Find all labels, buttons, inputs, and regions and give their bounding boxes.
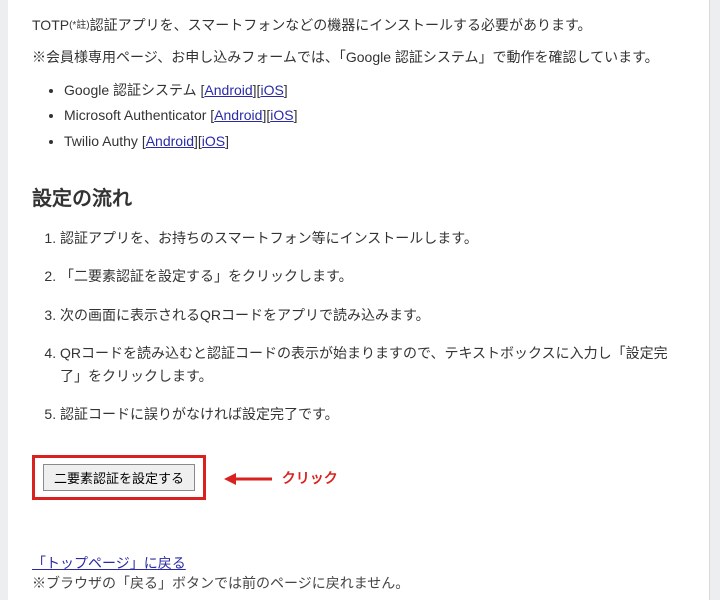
arrow-left-icon: [224, 472, 272, 486]
flow-step: 次の画面に表示されるQRコードをアプリで読み込みます。: [60, 304, 685, 326]
back-warning-note: ※ブラウザの「戻る」ボタンでは前のページに戻れません。: [32, 575, 409, 591]
list-item: Microsoft Authenticator [Android][iOS]: [64, 104, 685, 126]
app-ios-link[interactable]: iOS: [202, 133, 225, 149]
annotation-arrow: [224, 470, 272, 486]
list-item: Twilio Authy [Android][iOS]: [64, 130, 685, 152]
app-android-link[interactable]: Android: [214, 107, 262, 123]
flow-step: QRコードを読み込むと認証コードの表示が始まりますので、テキストボックスに入力し…: [60, 342, 685, 387]
intro-totp-prefix: TOTP: [32, 17, 69, 33]
footer-area: 「トップページ」に戻る ※ブラウザの「戻る」ボタンでは前のページに戻れません。: [32, 553, 685, 593]
app-android-link[interactable]: Android: [146, 133, 194, 149]
auth-app-list: Google 認証システム [Android][iOS] Microsoft A…: [64, 79, 685, 152]
app-ios-link[interactable]: iOS: [270, 107, 293, 123]
flow-step: 「二要素認証を設定する」をクリックします。: [60, 265, 685, 287]
flow-step: 認証アプリを、お持ちのスマートフォン等にインストールします。: [60, 227, 685, 249]
back-to-top-link[interactable]: 「トップページ」に戻る: [32, 555, 186, 571]
flow-heading: 設定の流れ: [32, 182, 685, 211]
flow-step: 認証コードに誤りがなければ設定完了です。: [60, 403, 685, 425]
app-name: Google 認証システム: [64, 82, 197, 98]
intro-footnote-marker: (*註): [69, 20, 90, 31]
flow-steps: 認証アプリを、お持ちのスマートフォン等にインストールします。 「二要素認証を設定…: [60, 227, 685, 425]
intro-line-1: TOTP(*註)認証アプリを、スマートフォンなどの機器にインストールする必要があ…: [32, 14, 685, 36]
intro-line-2: ※会員様専用ページ、お申し込みフォームでは、「Google 認証システム」で動作…: [32, 46, 685, 68]
app-ios-link[interactable]: iOS: [260, 82, 283, 98]
content-panel: TOTP(*註)認証アプリを、スマートフォンなどの機器にインストールする必要があ…: [8, 0, 710, 600]
button-area: 二要素認証を設定する クリック: [32, 455, 685, 497]
app-name: Microsoft Authenticator: [64, 107, 206, 123]
app-name: Twilio Authy: [64, 133, 138, 149]
app-android-link[interactable]: Android: [204, 82, 252, 98]
click-annotation-label: クリック: [282, 470, 338, 486]
highlight-frame: 二要素認証を設定する: [32, 455, 206, 500]
intro-line-1-rest: 認証アプリを、スマートフォンなどの機器にインストールする必要があります。: [90, 17, 592, 33]
list-item: Google 認証システム [Android][iOS]: [64, 79, 685, 101]
setup-2fa-button[interactable]: 二要素認証を設定する: [43, 464, 195, 491]
